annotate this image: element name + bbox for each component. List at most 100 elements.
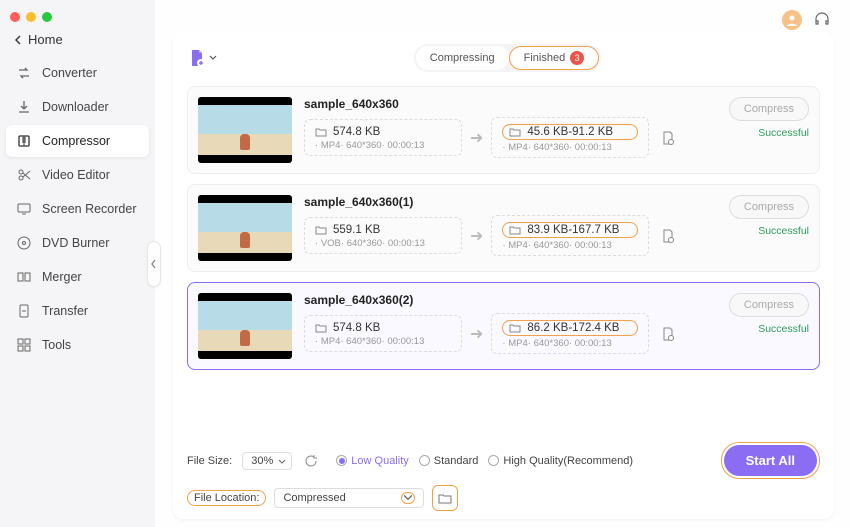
compress-button[interactable]: Compress bbox=[729, 195, 809, 219]
compress-button[interactable]: Compress bbox=[729, 97, 809, 121]
transfer-icon bbox=[16, 303, 32, 319]
sidebar-item-transfer[interactable]: Transfer bbox=[6, 295, 149, 327]
file-list: sample_640x360 574.8 KB MP4640*36000:00:… bbox=[187, 86, 820, 434]
compressor-icon bbox=[16, 133, 32, 149]
file-name: sample_640x360(1) bbox=[304, 195, 709, 209]
folder-icon bbox=[438, 491, 452, 505]
arrow-icon: ➜ bbox=[470, 324, 483, 344]
add-file-button[interactable] bbox=[187, 48, 225, 68]
scissors-icon bbox=[16, 167, 32, 183]
source-meta: 559.1 KB VOB640*36000:00:13 bbox=[304, 217, 462, 254]
chevron-down-icon bbox=[403, 494, 413, 502]
arrow-icon: ➜ bbox=[470, 226, 483, 246]
sidebar-collapse-handle[interactable] bbox=[147, 241, 161, 287]
source-meta: 574.8 KB MP4640*36000:00:13 bbox=[304, 119, 462, 156]
start-all-button[interactable]: Start All bbox=[724, 445, 817, 476]
sidebar-item-label: Downloader bbox=[42, 100, 109, 114]
file-name: sample_640x360 bbox=[304, 97, 709, 111]
headset-icon bbox=[813, 11, 831, 29]
folder-icon bbox=[315, 322, 327, 334]
status-text: Successful bbox=[758, 127, 809, 139]
sidebar-item-label: Merger bbox=[42, 270, 82, 284]
chevron-left-icon bbox=[14, 35, 22, 45]
home-label: Home bbox=[28, 32, 63, 47]
file-meta-row: 559.1 KB VOB640*36000:00:13 ➜ 83.9 KB-16… bbox=[304, 215, 709, 256]
sidebar-item-compressor[interactable]: Compressor bbox=[6, 125, 149, 157]
sidebar-item-label: Transfer bbox=[42, 304, 88, 318]
minimize-window-icon[interactable] bbox=[26, 12, 36, 22]
file-location-select[interactable]: Compressed bbox=[274, 488, 424, 508]
radio-low-quality[interactable]: Low Quality bbox=[336, 455, 408, 467]
sidebar-item-merger[interactable]: Merger bbox=[6, 261, 149, 293]
support-button[interactable] bbox=[812, 10, 832, 30]
top-right-bar bbox=[173, 10, 834, 30]
file-size-value: 30% bbox=[251, 455, 273, 467]
source-size: 574.8 KB bbox=[333, 322, 380, 334]
compress-button[interactable]: Compress bbox=[729, 293, 809, 317]
sidebar-item-downloader[interactable]: Downloader bbox=[6, 91, 149, 123]
file-row[interactable]: sample_640x360 574.8 KB MP4640*36000:00:… bbox=[187, 86, 820, 174]
file-location-value: Compressed bbox=[283, 492, 345, 504]
tab-finished[interactable]: Finished 3 bbox=[509, 46, 600, 70]
reset-button[interactable] bbox=[302, 452, 320, 470]
panel-header: Compressing Finished 3 bbox=[187, 44, 820, 72]
row-actions: Compress Successful bbox=[721, 293, 809, 335]
status-text: Successful bbox=[758, 323, 809, 335]
target-size: 45.6 KB-91.2 KB bbox=[527, 126, 613, 138]
refresh-icon bbox=[304, 454, 318, 468]
file-gear-icon bbox=[660, 326, 676, 342]
sidebar-item-label: Video Editor bbox=[42, 168, 110, 182]
chevron-down-icon bbox=[209, 55, 217, 61]
footer-row-1: File Size: 30% Low Quality Standard High… bbox=[187, 434, 820, 479]
source-size: 574.8 KB bbox=[333, 126, 380, 138]
quality-radio-group: Low Quality Standard High Quality(Recomm… bbox=[336, 455, 633, 467]
folder-icon bbox=[509, 224, 521, 236]
chevron-down-icon bbox=[278, 459, 286, 465]
source-meta: 574.8 KB MP4640*36000:00:13 bbox=[304, 315, 462, 352]
file-body: sample_640x360 574.8 KB MP4640*36000:00:… bbox=[304, 97, 709, 158]
file-location-label: File Location: bbox=[187, 490, 266, 506]
user-icon bbox=[785, 13, 799, 27]
source-size: 559.1 KB bbox=[333, 224, 380, 236]
target-size: 83.9 KB-167.7 KB bbox=[527, 224, 619, 236]
target-meta: 86.2 KB-172.4 KB MP4640*36000:00:13 bbox=[491, 313, 649, 354]
footer-row-2: File Location: Compressed bbox=[187, 485, 820, 511]
disc-icon bbox=[16, 235, 32, 251]
file-row[interactable]: sample_640x360(2) 574.8 KB MP4640*36000:… bbox=[187, 282, 820, 370]
merger-icon bbox=[16, 269, 32, 285]
close-window-icon[interactable] bbox=[10, 12, 20, 22]
file-body: sample_640x360(2) 574.8 KB MP4640*36000:… bbox=[304, 293, 709, 354]
row-actions: Compress Successful bbox=[721, 97, 809, 139]
file-size-select[interactable]: 30% bbox=[242, 452, 292, 470]
row-settings-button[interactable] bbox=[657, 127, 679, 149]
home-link[interactable]: Home bbox=[0, 26, 155, 57]
radio-standard-quality[interactable]: Standard bbox=[419, 455, 479, 467]
avatar[interactable] bbox=[782, 10, 802, 30]
row-settings-button[interactable] bbox=[657, 323, 679, 345]
download-icon bbox=[16, 99, 32, 115]
file-add-icon bbox=[187, 48, 207, 68]
video-thumbnail bbox=[198, 195, 292, 261]
file-size-label: File Size: bbox=[187, 455, 232, 467]
file-name: sample_640x360(2) bbox=[304, 293, 709, 307]
sidebar-item-video-editor[interactable]: Video Editor bbox=[6, 159, 149, 191]
sidebar-item-converter[interactable]: Converter bbox=[6, 57, 149, 89]
sidebar-item-screen-recorder[interactable]: Screen Recorder bbox=[6, 193, 149, 225]
target-size: 86.2 KB-172.4 KB bbox=[527, 322, 619, 334]
status-text: Successful bbox=[758, 225, 809, 237]
tab-compressing[interactable]: Compressing bbox=[416, 46, 509, 70]
sidebar-item-label: Converter bbox=[42, 66, 97, 80]
row-settings-button[interactable] bbox=[657, 225, 679, 247]
main-area: Compressing Finished 3 sample_640x360 bbox=[155, 0, 850, 527]
finished-count-badge: 3 bbox=[570, 51, 584, 65]
file-gear-icon bbox=[660, 130, 676, 146]
window-controls bbox=[0, 6, 155, 26]
file-body: sample_640x360(1) 559.1 KB VOB640*36000:… bbox=[304, 195, 709, 256]
file-row[interactable]: sample_640x360(1) 559.1 KB VOB640*36000:… bbox=[187, 184, 820, 272]
open-folder-button[interactable] bbox=[434, 487, 456, 509]
maximize-window-icon[interactable] bbox=[42, 12, 52, 22]
radio-high-quality[interactable]: High Quality(Recommend) bbox=[488, 455, 633, 467]
sidebar-item-dvd-burner[interactable]: DVD Burner bbox=[6, 227, 149, 259]
folder-icon bbox=[509, 126, 521, 138]
sidebar-item-tools[interactable]: Tools bbox=[6, 329, 149, 361]
